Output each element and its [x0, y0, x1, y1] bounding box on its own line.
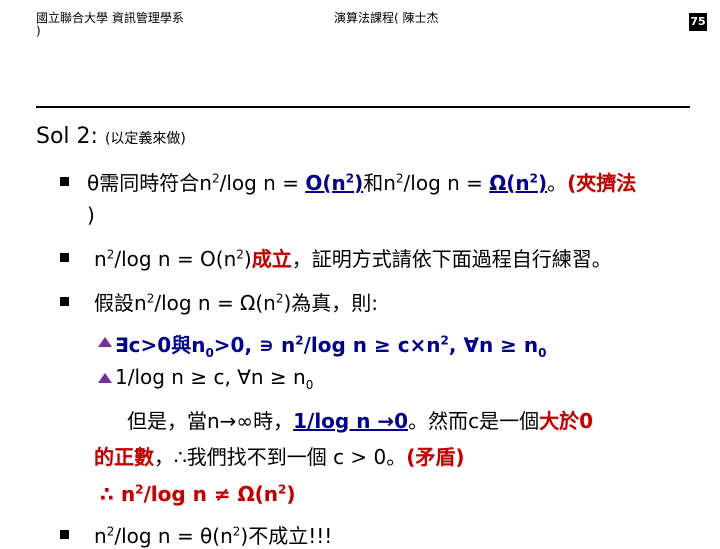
b3-n: n — [134, 291, 147, 315]
squeeze-method: (夾擠法 — [567, 171, 637, 195]
s1-exp2: 2 — [440, 333, 449, 348]
limit-term: 1/log n →0 — [293, 409, 409, 433]
b4-rest: /log n = θ(n — [114, 524, 233, 548]
b1-logn: /log n = — [219, 171, 306, 195]
b1-n: n — [199, 171, 212, 195]
b3-mid: /log n = Ω(n — [154, 291, 276, 315]
title-note: (以定義來做) — [104, 131, 186, 147]
b2-rest: ，証明方式請依下面過程自行練習。 — [291, 247, 612, 271]
sub-bullet-1: ∃c>0與n0>0, ∍ n2/log n ≥ c×n2, ∀n ≥ n0 — [115, 329, 547, 360]
b3-text: 假設 — [94, 291, 134, 315]
bullet-4: n2/log n = θ(n2)不成立!!! — [94, 520, 332, 549]
greater-than-zero: 大於0 — [539, 409, 593, 433]
s1-sub1: 0 — [538, 346, 547, 360]
b2-n: n — [94, 247, 107, 271]
b1-period: 。 — [547, 171, 568, 195]
contradiction-label: (矛盾) — [406, 445, 465, 469]
b1-logn-2: /log n = — [403, 171, 490, 195]
positive-number: 的正數 — [94, 445, 154, 469]
s1-mid2: /log n ≥ c×n — [303, 333, 441, 357]
triangle-bullet-icon — [98, 373, 112, 383]
header-institution: 國立聯合大學 資訊管理學系 — [36, 11, 184, 25]
b3-rest: )為真，則: — [283, 291, 379, 315]
triangle-bullet-icon — [98, 337, 112, 347]
s2-sub: 0 — [305, 378, 314, 392]
page-number: 75 — [689, 13, 707, 31]
b1-and: 和 — [363, 171, 384, 195]
s1-mid: >0, ∍ n — [213, 333, 296, 357]
bullet-square-icon — [60, 177, 69, 186]
contradiction-line-1: 但是，當n→∞時，1/log n →0。然而c是一個大於0 — [127, 405, 593, 434]
b4-close: )不成立!!! — [240, 524, 333, 548]
bullet-2: n2/log n = O(n2)成立，証明方式請依下面過程自行練習。 — [94, 243, 612, 272]
b4-n: n — [94, 524, 107, 548]
bullet-square-icon — [60, 530, 69, 539]
bullet-1: θ需同時符合n2/log n = O(n2)和n2/log n = Ω(n2)。… — [87, 171, 637, 195]
b2-mid: /log n = O(n — [114, 247, 237, 271]
sub-bullet-2: 1/log n ≥ c, ∀n ≥ n0 — [115, 365, 314, 392]
bullet-square-icon — [60, 297, 69, 306]
big-omega-term: Ω(n2) — [489, 171, 548, 195]
title-main: Sol 2: — [36, 124, 98, 149]
b1-text: 需同時符合 — [99, 171, 200, 195]
b1-n-2: n — [383, 171, 396, 195]
conc-rest: /log n ≠ Ω(n — [143, 482, 278, 506]
p1-text2: 。然而c是一個 — [408, 409, 540, 433]
s2-text: 1/log n ≥ c, ∀n ≥ n — [115, 365, 306, 389]
header-course: 演算法課程( 陳士杰 — [334, 11, 439, 25]
slide-title: Sol 2: (以定義來做) — [36, 124, 186, 149]
p1-text1: 但是，當n→∞時， — [127, 409, 294, 433]
b2-close: ) — [243, 247, 252, 271]
p2-text: ，∴我們找不到一個 c > 0。 — [154, 445, 407, 469]
s1-text: ∃c>0與n — [115, 333, 206, 357]
bullet-square-icon — [60, 253, 69, 262]
s1-exp: 2 — [295, 333, 304, 348]
therefore-symbol: ∴ — [100, 482, 114, 506]
header-institution-paren: ) — [36, 24, 41, 38]
contradiction-line-2: 的正數，∴我們找不到一個 c > 0。(矛盾) — [94, 441, 465, 470]
theta-symbol: θ — [87, 171, 100, 195]
conc-exp: 2 — [135, 482, 144, 497]
bullet-1-close: ) — [87, 203, 95, 227]
s1-sub0: 0 — [205, 346, 214, 360]
b1-exp: 2 — [211, 171, 220, 186]
conc-n: n — [120, 482, 136, 506]
b2-exp2: 2 — [236, 247, 244, 262]
big-o-term: O(n2) — [305, 171, 364, 195]
s1-mid3: , ∀n ≥ n — [448, 333, 539, 357]
header-rule — [36, 106, 690, 108]
conc-close: ) — [286, 482, 296, 506]
conclusion: ∴ n2/log n ≠ Ω(n2) — [100, 482, 295, 506]
bullet-3: 假設n2/log n = Ω(n2)為真，則: — [94, 287, 378, 316]
holds-label: 成立 — [251, 247, 292, 271]
